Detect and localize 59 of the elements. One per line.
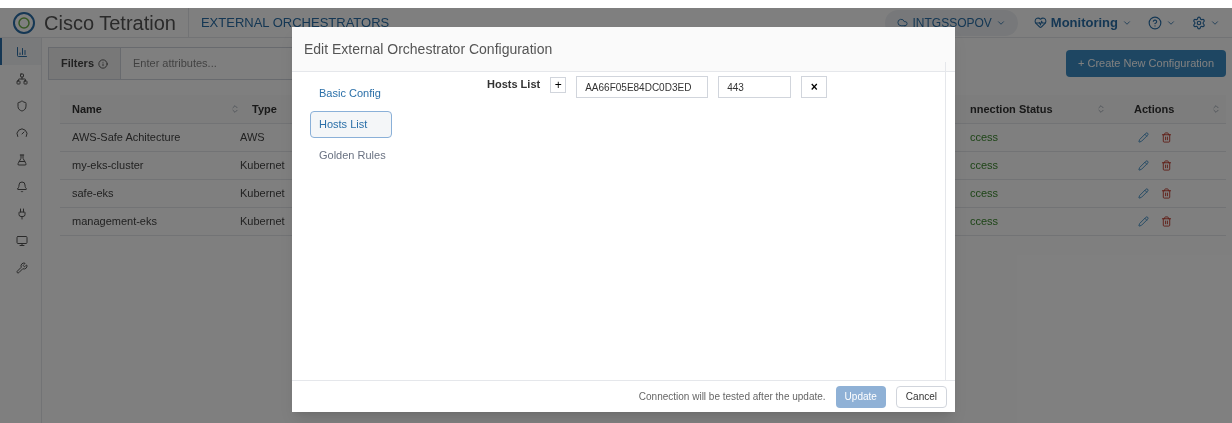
info-icon [98, 58, 108, 69]
bell-icon [15, 180, 28, 193]
table-cell: my-eks-cluster [72, 159, 144, 172]
chart-icon [15, 45, 28, 58]
sort-icon [230, 104, 240, 114]
port-field[interactable]: 443 [718, 76, 792, 98]
help-menu[interactable] [1148, 15, 1176, 30]
delete-icon[interactable] [1161, 216, 1172, 227]
status-cell: ccess [970, 131, 999, 144]
help-icon [1148, 15, 1162, 30]
nav-tab[interactable]: Basic Config [310, 80, 392, 107]
modal-title: Edit External Orchestrator Configuration [304, 39, 553, 59]
delete-icon[interactable] [1161, 132, 1172, 143]
add-host-button[interactable]: + [550, 77, 567, 93]
table-cell: AWS [240, 131, 265, 144]
column-header[interactable]: Actions [1134, 100, 1221, 118]
shield-icon [15, 99, 28, 112]
wrench-icon [15, 261, 28, 274]
brand-name: Cisco Tetration [44, 7, 189, 38]
logo-icon [12, 10, 36, 35]
status-cell: ccess [970, 215, 999, 228]
footer-note: Connection will be tested after the update. [638, 390, 826, 404]
table-cell: safe-eks [72, 187, 114, 200]
delete-icon[interactable] [1161, 188, 1172, 199]
table-cell: management-eks [72, 215, 157, 228]
monitoring-menu[interactable]: Monitoring [1033, 12, 1132, 33]
delete-icon[interactable] [1161, 160, 1172, 171]
cancel-button[interactable]: Cancel [895, 385, 947, 408]
heart-icon [1033, 16, 1047, 29]
nav-tab[interactable]: Hosts List [310, 111, 392, 138]
hosts-label: Hosts List [487, 76, 541, 92]
column-header[interactable]: nnection Status [970, 100, 1106, 118]
gauge-icon [15, 126, 28, 139]
edit-icon[interactable] [1138, 216, 1149, 227]
settings-icon [1192, 15, 1206, 30]
cloud-icon [897, 17, 909, 28]
edit-icon[interactable] [1138, 188, 1149, 199]
edit-icon[interactable] [1138, 160, 1149, 171]
filters-label: Filters [49, 48, 121, 79]
settings-menu[interactable] [1192, 15, 1220, 30]
page-title: EXTERNAL ORCHESTRATORS [200, 13, 390, 32]
table-cell: Kubernet [240, 215, 285, 228]
edit-icon[interactable] [1138, 132, 1149, 143]
sort-icon [1211, 104, 1221, 114]
monitor-icon [15, 234, 28, 247]
sidebar-item[interactable] [0, 38, 41, 65]
sort-icon [1096, 104, 1106, 114]
plug-icon [15, 207, 28, 220]
status-cell: ccess [970, 187, 999, 200]
status-cell: ccess [970, 159, 999, 172]
flask-icon [15, 153, 28, 166]
table-cell: AWS-Safe Achitecture [72, 131, 181, 144]
remove-host-button[interactable]: × [801, 76, 828, 98]
column-header[interactable]: Type [252, 100, 277, 118]
column-header[interactable]: Name [72, 100, 240, 118]
table-cell: Kubernet [240, 159, 285, 172]
host-field[interactable]: AA66F05E84DC0D3ED [576, 76, 709, 98]
table-cell: Kubernet [240, 187, 285, 200]
sitemap-icon [15, 72, 28, 85]
